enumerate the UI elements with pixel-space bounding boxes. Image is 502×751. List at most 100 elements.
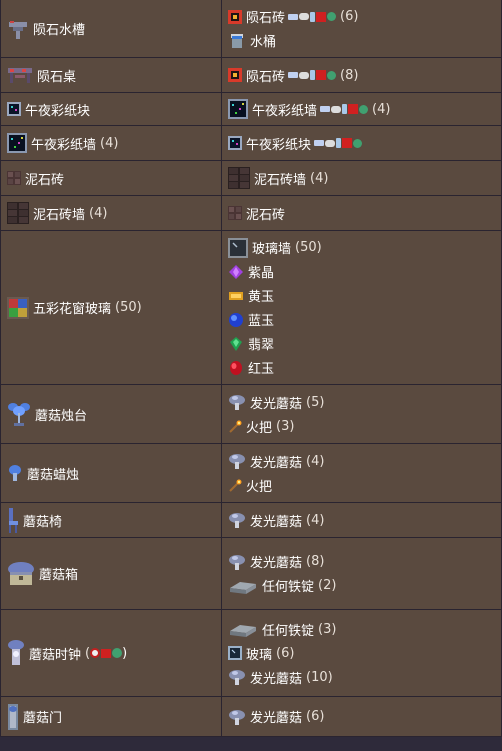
result-item-cell: 蘑菇门 — [0, 696, 222, 737]
result-item-name[interactable]: 泥石砖墙 — [33, 204, 85, 223]
result-item-name[interactable]: 泥石砖 — [25, 169, 64, 188]
controller-icon — [325, 139, 336, 147]
ingredient: 发光蘑菇 (6) — [228, 705, 495, 729]
mobile-icon — [342, 104, 348, 114]
ingredient: 黄玉 — [228, 284, 495, 308]
ingredient-name[interactable]: 泥石砖 — [246, 204, 285, 223]
ingredient-name[interactable]: 陨石砖 — [246, 66, 285, 85]
result-item-name[interactable]: 蘑菇椅 — [23, 511, 62, 530]
result-item-name[interactable]: 蘑菇烛台 — [35, 405, 87, 424]
ingredient-qty: (3) — [318, 621, 337, 637]
mushroom-candelabra-icon — [7, 401, 31, 427]
ingredient-name[interactable]: 发光蘑菇 — [250, 393, 302, 412]
wii-u-icon — [90, 648, 101, 658]
meteorite-brick-icon — [228, 9, 242, 24]
ingredient-qty: (8) — [306, 554, 325, 569]
result-item-name[interactable]: 蘑菇时钟 — [29, 644, 81, 663]
ingredient: 发光蘑菇 (4) — [228, 508, 495, 532]
platform-icons — [288, 70, 337, 80]
ingredient-name[interactable]: 午夜彩纸块 — [246, 134, 311, 153]
ingredient-name[interactable]: 泥石砖墙 — [254, 169, 306, 188]
ingredients-cell: 泥石砖 — [221, 195, 502, 231]
result-item-cell: 蘑菇椅 — [0, 502, 222, 538]
ingredient: 火把 — [228, 473, 495, 497]
glowing-mushroom-icon — [228, 511, 246, 529]
ingredient: 蓝玉 — [228, 308, 495, 332]
ingredient-name[interactable]: 发光蘑菇 — [250, 707, 302, 726]
ingredient-name[interactable]: 翡翠 — [248, 334, 274, 353]
ingredient-name[interactable]: 发光蘑菇 — [250, 552, 302, 571]
ingredient-qty: (6) — [306, 709, 325, 724]
recipe-row: 蘑菇时钟() 任何铁锭 (3) 玻璃 (6) 发光蘑菇 (10) — [0, 609, 502, 697]
result-item-name[interactable]: 蘑菇蜡烛 — [27, 464, 79, 483]
ingredient-qty: (6) — [276, 645, 295, 661]
result-item-name[interactable]: 午夜彩纸块 — [25, 100, 90, 119]
ingredients-cell: 玻璃墙 (50) 紫晶黄玉蓝玉翡翠红玉 — [221, 230, 502, 385]
platform-icons — [314, 138, 363, 148]
ingredient: 任何铁锭 (2) — [228, 574, 495, 598]
meteor-sink-icon — [7, 18, 29, 40]
3ds-icon — [342, 138, 353, 148]
recipe-row: 蘑菇箱 发光蘑菇 (8) 任何铁锭 (2) — [0, 537, 502, 610]
ingredient-name[interactable]: 水桶 — [250, 31, 276, 50]
ingredient-name[interactable]: 玻璃 — [246, 644, 272, 663]
ingredient-name[interactable]: 陨石砖 — [246, 7, 285, 26]
ingredient-name[interactable]: 发光蘑菇 — [250, 511, 302, 530]
glowing-mushroom-icon — [228, 553, 246, 571]
platform-icons — [90, 648, 123, 658]
ingredient-name[interactable]: 任何铁锭 — [262, 620, 314, 639]
result-item-cell: 泥石砖墙 (4) — [0, 195, 222, 231]
water-bucket-icon — [228, 32, 246, 50]
recipe-row: 午夜彩纸墙 (4) 午夜彩纸块 — [0, 125, 502, 161]
result-item-cell: 泥石砖 — [0, 160, 222, 196]
ingredients-cell: 发光蘑菇 (4) 火把 — [221, 443, 502, 503]
ingredient: 泥石砖墙 (4) — [228, 166, 495, 190]
result-item-name[interactable]: 午夜彩纸墙 — [31, 134, 96, 153]
ingredient-name[interactable]: 火把 — [246, 476, 272, 495]
mushroom-candle-icon — [7, 464, 23, 482]
ingredient-name[interactable]: 蓝玉 — [248, 310, 274, 329]
ingredients-cell: 发光蘑菇 (4) — [221, 502, 502, 538]
ingredient-name[interactable]: 任何铁锭 — [262, 576, 314, 595]
3ds-icon — [101, 648, 112, 658]
console-icon — [314, 140, 325, 146]
ingredient-name[interactable]: 黄玉 — [248, 286, 274, 305]
mushroom-clock-icon — [7, 639, 25, 667]
gear-icon — [359, 104, 369, 114]
ingredient-name[interactable]: 紫晶 — [248, 262, 274, 281]
crafting-table: 陨石水槽 陨石砖 (6) 水桶 陨石桌 陨石砖 (8) 午夜彩纸块 午夜彩纸墙 (4) 午夜彩纸墙(… — [0, 0, 502, 737]
result-item-qty: (50) — [115, 300, 142, 315]
ingredient-qty: (5) — [306, 394, 325, 410]
result-item-name[interactable]: 五彩花窗玻璃 — [33, 298, 111, 317]
result-item-name[interactable]: 陨石水槽 — [33, 19, 85, 38]
result-item-cell: 陨石桌 — [0, 57, 222, 93]
ingredient: 玻璃 (6) — [228, 641, 495, 665]
result-item-name[interactable]: 蘑菇门 — [23, 707, 62, 726]
recipe-row: 蘑菇蜡烛 发光蘑菇 (4) 火把 — [0, 443, 502, 503]
result-item-name[interactable]: 蘑菇箱 — [39, 564, 78, 583]
glowing-mushroom-icon — [228, 452, 246, 470]
meteorite-brick-icon — [228, 68, 242, 82]
gear-icon — [327, 12, 337, 21]
midnight-confetti-wall-icon — [7, 133, 27, 153]
ingredient-qty: (4) — [372, 101, 391, 117]
result-item-cell: 午夜彩纸墙 (4) — [0, 125, 222, 161]
recipe-row: 蘑菇椅 发光蘑菇 (4) — [0, 502, 502, 538]
recipe-row: 陨石水槽 陨石砖 (6) 水桶 — [0, 0, 502, 58]
ingredients-cell: 发光蘑菇 (8) 任何铁锭 (2) — [221, 537, 502, 610]
ingredient-qty: (50) — [295, 240, 322, 255]
ingredients-cell: 陨石砖 (8) — [221, 57, 502, 93]
ingredient-name[interactable]: 午夜彩纸墙 — [252, 100, 317, 119]
ingredient-name[interactable]: 发光蘑菇 — [250, 668, 302, 687]
result-item-cell: 蘑菇箱 — [0, 537, 222, 610]
mobile-icon — [336, 138, 342, 148]
glass-wall-icon — [228, 237, 248, 258]
recipe-row: 午夜彩纸块 午夜彩纸墙 (4) — [0, 92, 502, 126]
recipe-row: 陨石桌 陨石砖 (8) — [0, 57, 502, 93]
ingredient-name[interactable]: 红玉 — [248, 358, 274, 377]
ingredient-name[interactable]: 火把 — [246, 417, 272, 436]
ingredients-cell: 午夜彩纸墙 (4) — [221, 92, 502, 126]
ingredient-name[interactable]: 玻璃墙 — [252, 238, 291, 257]
result-item-name[interactable]: 陨石桌 — [37, 66, 76, 85]
ingredient-name[interactable]: 发光蘑菇 — [250, 452, 302, 471]
